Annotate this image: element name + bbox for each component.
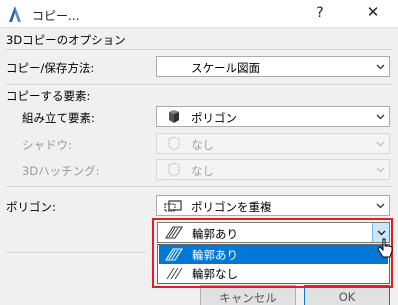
close-button[interactable]: ✕ [362,3,384,23]
outline-option-without[interactable]: 輪郭なし [159,264,388,283]
mouse-cursor-icon [377,238,393,258]
chevron-down-icon [376,141,385,147]
copy-save-method-select[interactable]: スケール図面 [156,56,390,77]
shadow-box-icon [168,136,180,151]
chevron-down-icon [376,114,385,120]
hatch-no-outline-icon [166,267,183,280]
hatching-box-icon [168,162,180,177]
hatching-value: なし [191,164,214,178]
outline-value: 輪郭あり [192,227,238,241]
outline-dropdown-list: 輪郭あり 輪郭なし [157,244,390,284]
shadow-value: なし [191,138,214,152]
outline-option-label: 輪郭あり [192,248,238,262]
divider [6,84,392,85]
copy-save-method-value: スケール図面 [191,61,260,75]
outline-hatch-icon [164,248,184,261]
shadow-label: シャドウ: [22,138,72,152]
build-elements-value: ポリゴン [191,111,237,125]
help-button[interactable]: ? [310,5,330,23]
section-header-elements: コピーする要素: [6,89,91,103]
outline-hatch-icon [164,226,184,239]
outline-select[interactable]: 輪郭あり [157,222,390,243]
outline-option-label: 輪郭なし [192,267,238,281]
section-header-options: 3Dコピーのオプション [6,33,126,47]
chevron-down-icon [376,64,385,70]
polygon-overlap-icon [164,200,182,212]
window-title: コピー... [32,9,80,23]
divider [6,49,392,50]
build-elements-select[interactable]: ポリゴン [156,106,390,127]
build-elements-label: 組み立て要素: [22,111,95,125]
copy-save-method-label: コピー/保存方法: [6,61,95,75]
divider [6,186,392,187]
solid-box-icon [169,110,179,123]
chevron-down-icon [376,167,385,173]
shadow-select: なし [156,133,390,154]
outline-option-with[interactable]: 輪郭あり [159,245,388,264]
hatching-select: なし [156,159,390,180]
ok-button[interactable]: OK [304,285,390,305]
divider [6,252,146,253]
cancel-button[interactable]: キャンセル [200,285,296,305]
chevron-down-icon [376,203,385,209]
polygon-value: ポリゴンを重複 [191,200,272,214]
hatching-label: 3Dハッチング: [22,164,100,178]
polygon-label: ポリゴン: [6,200,56,214]
app-icon [9,6,21,22]
polygon-select[interactable]: ポリゴンを重複 [156,195,390,216]
title-bar: コピー... ? ✕ [0,0,398,28]
